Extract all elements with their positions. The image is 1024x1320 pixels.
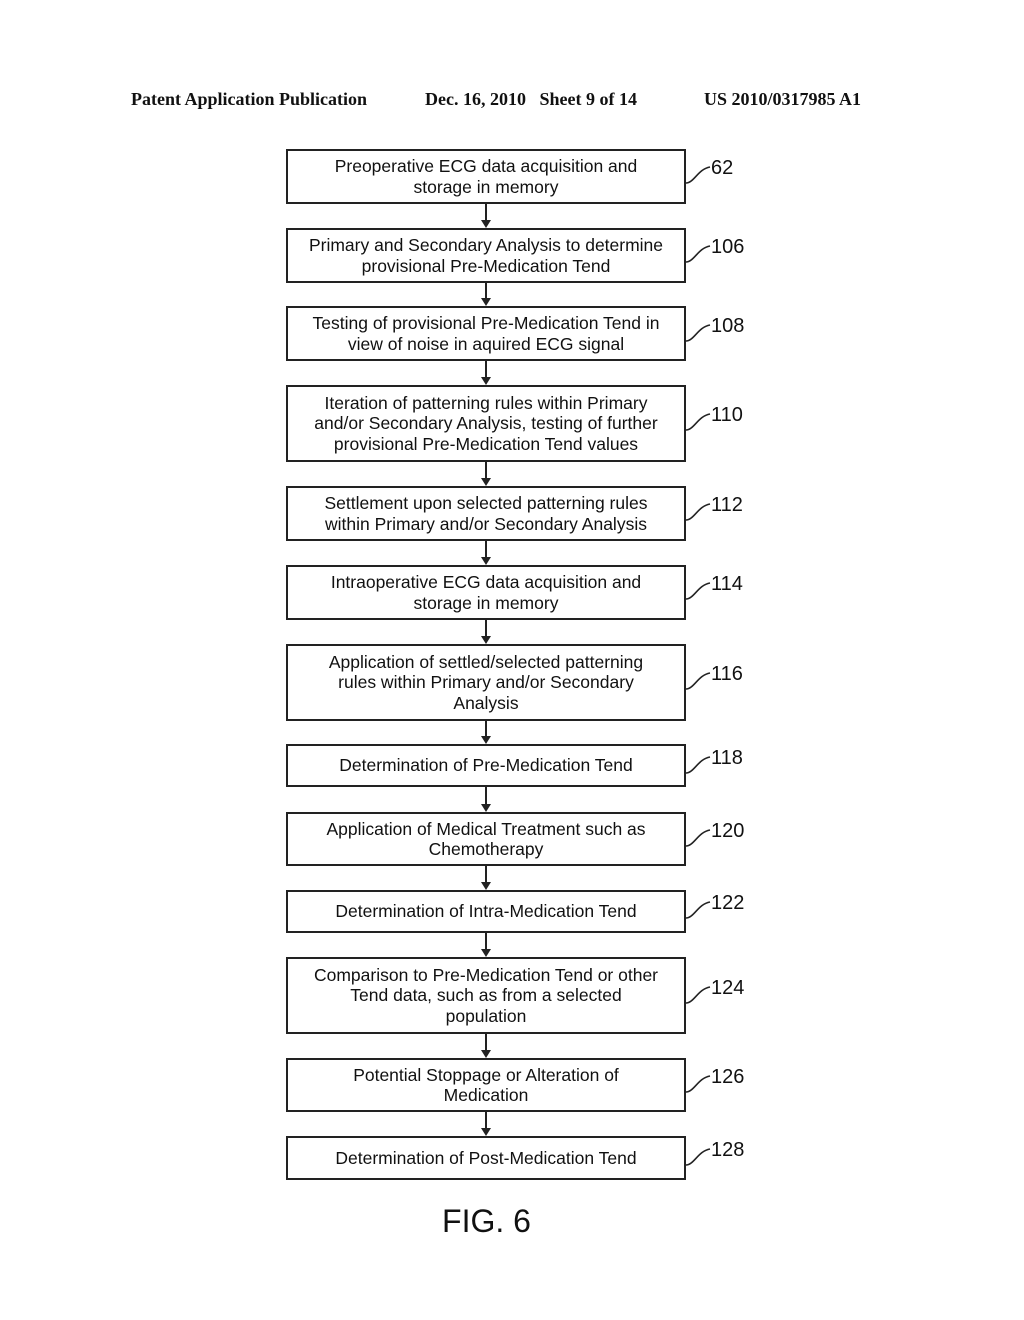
flowchart-step-box: Application of Medical Treatment such as… (286, 812, 686, 866)
step-text: Comparison to Pre-Medication Tend or oth… (313, 964, 659, 1026)
reference-number: 124 (711, 977, 745, 999)
step-text: Iteration of patterning rules within Pri… (314, 392, 658, 454)
step-text: Determination of Pre-Medication Tend (339, 755, 633, 776)
step-text: Application of Medical Treatment such as… (326, 818, 646, 860)
reference-number: 108 (711, 315, 745, 337)
reference-number: 62 (711, 157, 734, 179)
leader-line-icon (685, 503, 711, 521)
flowchart-step-box: Application of settled/selected patterni… (286, 644, 686, 721)
reference-number: 110 (711, 404, 743, 426)
publication-label: Patent Application Publication (131, 89, 368, 109)
reference-number: 126 (711, 1066, 745, 1088)
flowchart-step-box: Determination of Pre-Medication Tend (286, 744, 686, 787)
leader-line-icon (685, 413, 711, 431)
step-text: Determination of Post-Medication Tend (335, 1147, 637, 1168)
leader-line-icon (685, 1075, 711, 1093)
step-text: Potential Stoppage or Alteration of Medi… (353, 1064, 619, 1106)
reference-number: 112 (711, 494, 743, 516)
leader-line-icon (685, 672, 711, 690)
date-sheet-label: Dec. 16, 2010 Sheet 9 of 14 (425, 89, 637, 109)
flowchart-step-box: Preoperative ECG data acquisition and st… (286, 149, 686, 204)
leader-line-icon (685, 901, 711, 919)
leader-line-icon (685, 829, 711, 847)
figure-label: FIG. 6 (442, 1203, 531, 1239)
leader-line-icon (685, 166, 711, 184)
step-text: Application of settled/selected patterni… (328, 651, 644, 713)
reference-number: 122 (711, 892, 745, 914)
flowchart-step-box: Determination of Intra-Medication Tend (286, 890, 686, 933)
flowchart-step-box: Comparison to Pre-Medication Tend or oth… (286, 957, 686, 1034)
patent-number: US 2010/0317985 A1 (704, 89, 862, 109)
patent-header: Patent Application Publication Dec. 16, … (0, 89, 1024, 113)
step-text: Intraoperative ECG data acquisition and … (330, 572, 642, 613)
leader-line-icon (685, 582, 711, 600)
leader-line-icon (685, 986, 711, 1004)
leader-line-icon (685, 1148, 711, 1166)
step-text: Settlement upon selected patterning rule… (324, 493, 648, 534)
reference-number: 114 (711, 573, 743, 595)
step-text: Determination of Intra-Medication Tend (335, 901, 637, 922)
leader-line-icon (685, 245, 711, 263)
step-text: Preoperative ECG data acquisition and st… (334, 156, 638, 197)
flowchart-step-box: Determination of Post-Medication Tend (286, 1136, 686, 1180)
leader-line-icon (685, 324, 711, 342)
flowchart-step-box: Primary and Secondary Analysis to determ… (286, 228, 686, 283)
step-text: Testing of provisional Pre-Medication Te… (312, 313, 660, 354)
reference-number: 116 (711, 663, 743, 685)
leader-line-icon (685, 756, 711, 774)
flowchart-step-box: Potential Stoppage or Alteration of Medi… (286, 1058, 686, 1112)
flowchart-step-box: Intraoperative ECG data acquisition and … (286, 565, 686, 620)
reference-number: 128 (711, 1139, 745, 1161)
flowchart-step-box: Iteration of patterning rules within Pri… (286, 385, 686, 462)
flowchart-step-box: Settlement upon selected patterning rule… (286, 486, 686, 541)
reference-number: 106 (711, 236, 745, 258)
step-text: Primary and Secondary Analysis to determ… (308, 235, 664, 276)
reference-number: 120 (711, 820, 745, 842)
reference-number: 118 (711, 747, 743, 769)
flowchart-step-box: Testing of provisional Pre-Medication Te… (286, 306, 686, 361)
